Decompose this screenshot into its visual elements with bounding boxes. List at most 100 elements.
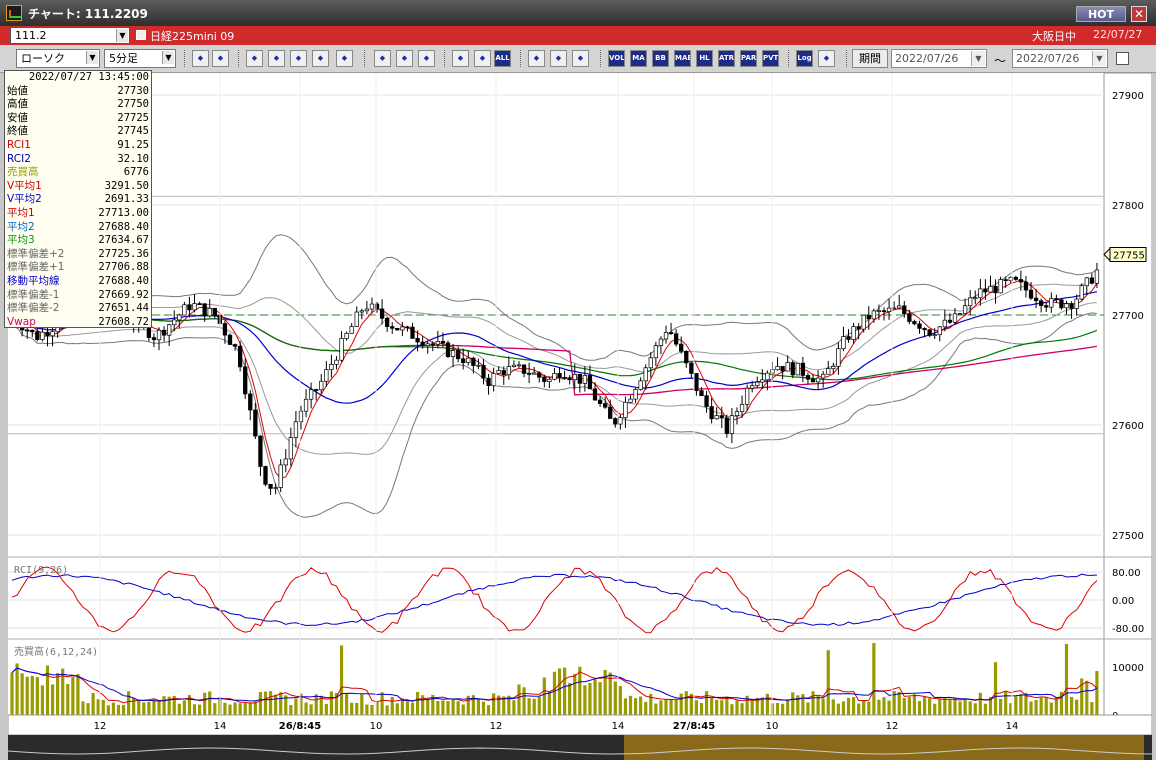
chevron-down-icon[interactable]: ▼ xyxy=(86,51,98,64)
volume-bar xyxy=(314,694,318,715)
candle-body xyxy=(1013,276,1018,280)
zoom-icon[interactable]: ◆ xyxy=(192,50,209,67)
time-tick-label: 26/8:45 xyxy=(279,721,321,732)
toolbar-ma-button[interactable]: MA xyxy=(630,50,647,67)
candle-body xyxy=(886,307,892,312)
candle-body xyxy=(582,375,588,384)
circle-icon[interactable]: ◆ xyxy=(268,50,285,67)
symbol-menu-icon[interactable] xyxy=(136,30,146,40)
candle-body xyxy=(385,317,390,327)
candle-body xyxy=(156,329,162,341)
arrow-icon[interactable]: ◆ xyxy=(396,50,413,67)
candle-body xyxy=(167,324,172,336)
candle-body xyxy=(851,326,856,340)
calendar-dropdown-icon[interactable]: ▼ xyxy=(1092,51,1106,66)
bar-icon[interactable]: ◆ xyxy=(290,50,307,67)
volume-bar xyxy=(568,682,572,715)
cursor-icon[interactable]: ◆ xyxy=(212,50,229,67)
calendar-dropdown-icon[interactable]: ▼ xyxy=(971,51,985,66)
date-from-input[interactable]: 2022/07/26 ▼ xyxy=(891,49,987,68)
candle-body xyxy=(516,364,522,367)
toolbar-pvt-button[interactable]: PVT xyxy=(762,50,779,67)
candle-body xyxy=(552,373,557,380)
volume-bar xyxy=(268,691,273,715)
volume-bar xyxy=(56,673,60,715)
chevron-down-icon[interactable]: ▼ xyxy=(116,29,128,42)
volume-bar xyxy=(436,700,440,715)
toolbar-atr-button[interactable]: ATR xyxy=(718,50,735,67)
volume-bar xyxy=(694,700,699,715)
candle-body xyxy=(491,373,496,387)
volume-bar xyxy=(370,704,374,715)
candle-body xyxy=(714,415,719,420)
candle-body xyxy=(511,364,517,367)
pointer-icon[interactable]: ◆ xyxy=(418,50,435,67)
info-value: 27688.40 xyxy=(98,274,149,287)
volume-bar xyxy=(405,701,410,715)
candle-body xyxy=(668,332,674,335)
volume-bar xyxy=(578,666,582,715)
candle-body xyxy=(1003,279,1008,281)
cross-icon[interactable]: ◆ xyxy=(246,50,263,67)
color-icon[interactable]: ◆ xyxy=(572,50,589,67)
candle-body xyxy=(197,303,202,305)
candle-body xyxy=(151,337,157,341)
toolbar-mae-button[interactable]: MAE xyxy=(674,50,691,67)
box-icon[interactable]: ◆ xyxy=(452,50,469,67)
toolbar-all-button[interactable]: ALL xyxy=(494,50,511,67)
date-to-input[interactable]: 2022/07/26 ▼ xyxy=(1012,49,1108,68)
volume-bar xyxy=(329,691,333,715)
chart-type-select[interactable]: ローソク ▼ xyxy=(16,49,100,68)
symbol-code-value: 111.2 xyxy=(15,29,47,42)
info-label: V平均1 xyxy=(7,179,42,192)
toolbar-vol-button[interactable]: VOL xyxy=(608,50,625,67)
overview-window xyxy=(624,735,1144,760)
cut-icon[interactable]: ◆ xyxy=(336,50,353,67)
info-row: RCI1 91.25 xyxy=(5,139,151,153)
volume-bar xyxy=(223,702,227,715)
hot-button[interactable]: HOT xyxy=(1076,6,1126,22)
volume-bar xyxy=(613,681,617,715)
volume-bar xyxy=(492,693,496,715)
toolbar-hl-button[interactable]: HL xyxy=(696,50,713,67)
chart-area[interactable]: 27900 27800 27700 27600 27500 27755 80.00 0.00 -… xyxy=(8,73,1152,760)
time-tick-label: 10 xyxy=(766,721,779,732)
period-button[interactable]: 期間 xyxy=(852,49,888,68)
info-value: 27713.00 xyxy=(98,206,149,219)
candle-switch-icon[interactable]: ◆ xyxy=(312,50,329,67)
volume-bar xyxy=(152,699,156,715)
toolbar-log-button[interactable]: Log xyxy=(796,50,813,67)
volume-bar xyxy=(725,696,729,715)
symbol-code-select[interactable]: 111.2 ▼ xyxy=(10,27,130,44)
chevron-down-icon[interactable]: ▼ xyxy=(162,51,174,64)
candle-body xyxy=(567,378,572,381)
toolbar-separator xyxy=(238,50,240,67)
volume-bar xyxy=(547,692,551,715)
candle-body xyxy=(937,326,942,336)
chart-svg[interactable]: 27900 27800 27700 27600 27500 27755 80.00 0.00 -… xyxy=(8,73,1152,760)
range-checkbox[interactable] xyxy=(1116,52,1129,65)
candle-body xyxy=(643,367,648,382)
info-row: V平均1 3291.50 xyxy=(5,180,151,194)
candle-body xyxy=(237,345,243,368)
paint-icon[interactable]: ◆ xyxy=(528,50,545,67)
sheet-icon[interactable]: ◆ xyxy=(818,50,835,67)
sort-icon[interactable]: ◆ xyxy=(474,50,491,67)
candle-body xyxy=(638,380,643,390)
wrench-icon[interactable]: ◆ xyxy=(550,50,567,67)
pen-icon[interactable]: ◆ xyxy=(374,50,391,67)
candle-body xyxy=(542,376,547,382)
candle-body xyxy=(278,464,283,488)
toolbar-bb-button[interactable]: BB xyxy=(652,50,669,67)
close-icon[interactable]: ✕ xyxy=(1131,6,1147,22)
interval-select[interactable]: 5分足 ▼ xyxy=(104,49,176,68)
volume-bar xyxy=(446,701,450,715)
volume-bar xyxy=(86,703,90,715)
volume-bar xyxy=(481,701,486,715)
chart-type-value: ローソク xyxy=(21,52,65,65)
volume-bar xyxy=(238,703,242,715)
toolbar-par-button[interactable]: PAR xyxy=(740,50,757,67)
volume-bar xyxy=(679,693,683,715)
candle-body xyxy=(912,321,917,325)
candle-body xyxy=(988,286,993,293)
